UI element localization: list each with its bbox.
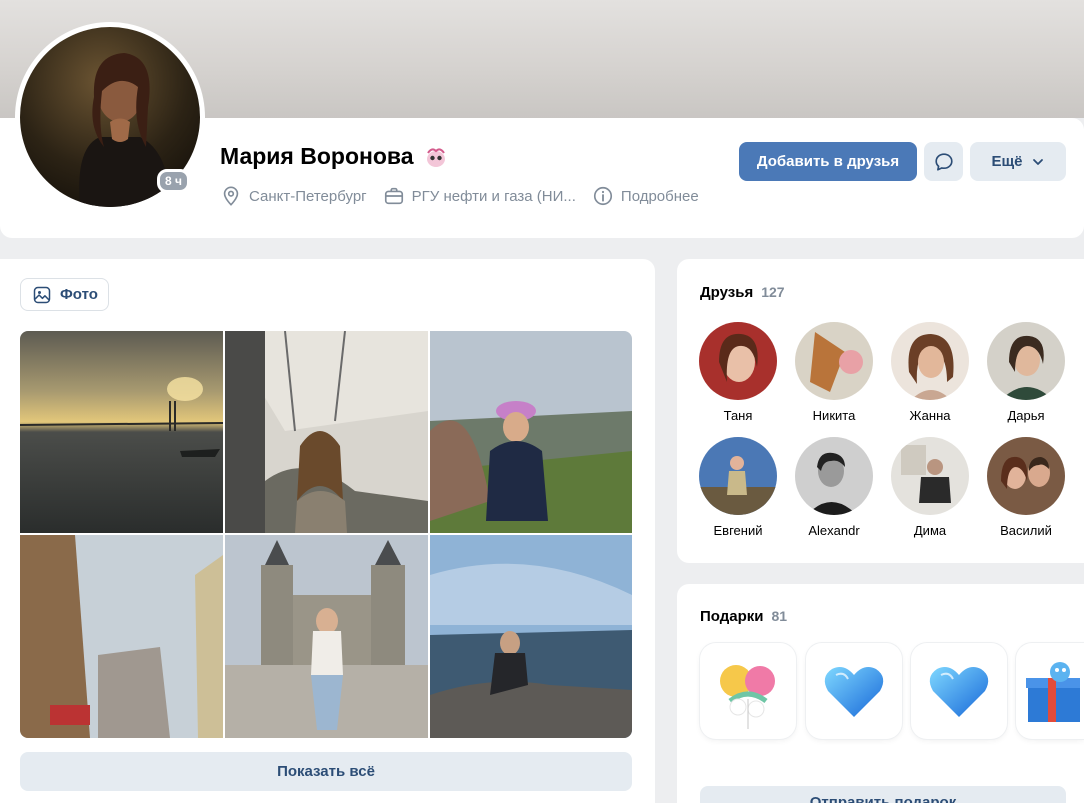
photo-sunset-bridge[interactable] bbox=[20, 331, 223, 533]
friend-name: Жанна bbox=[909, 408, 951, 423]
friends-header[interactable]: Друзья 127 bbox=[700, 284, 785, 301]
more-label: Ещё bbox=[991, 153, 1023, 170]
friend-avatar bbox=[795, 437, 873, 515]
friend-item[interactable]: Никита bbox=[786, 322, 882, 423]
present-box-gift-icon bbox=[1026, 662, 1080, 722]
photo-woman-pink-hat[interactable] bbox=[430, 331, 632, 533]
briefcase-icon bbox=[384, 187, 403, 205]
friend-name: Евгений bbox=[713, 523, 763, 538]
location-pin-icon bbox=[223, 186, 239, 206]
image-icon bbox=[33, 286, 51, 303]
friend-item[interactable]: Дима bbox=[882, 437, 978, 538]
gift-item[interactable] bbox=[700, 643, 796, 739]
friend-avatar bbox=[987, 437, 1065, 515]
friend-name: Никита bbox=[812, 408, 856, 423]
friend-avatar bbox=[795, 322, 873, 400]
gifts-title: Подарки bbox=[700, 608, 764, 625]
photo-grid bbox=[20, 331, 632, 738]
emoji-badge-icon[interactable] bbox=[424, 145, 448, 169]
gift-item[interactable] bbox=[911, 643, 1007, 739]
blue-heart-gift-icon bbox=[929, 667, 989, 717]
send-gift-button[interactable]: Отправить подарок bbox=[700, 786, 1066, 803]
city-label: Санкт-Петербург bbox=[249, 187, 367, 205]
details-label: Подробнее bbox=[620, 187, 699, 205]
friend-item[interactable]: Евгений bbox=[690, 437, 786, 538]
gift-item[interactable] bbox=[1016, 643, 1084, 739]
friends-count: 127 bbox=[761, 284, 785, 300]
friend-name: Таня bbox=[723, 408, 753, 423]
blue-heart-gift-icon bbox=[824, 667, 884, 717]
university-info[interactable]: РГУ нефти и газа (НИ... bbox=[383, 185, 576, 207]
friend-avatar bbox=[699, 322, 777, 400]
tab-photos-label: Фото bbox=[60, 286, 98, 303]
gift-item[interactable] bbox=[806, 643, 902, 739]
friend-name: Дима bbox=[913, 523, 947, 538]
gifts-count: 81 bbox=[771, 608, 788, 624]
photo-street-buildings[interactable] bbox=[20, 535, 223, 738]
friend-item[interactable]: Жанна bbox=[882, 322, 978, 423]
profile-name-row: Мария Воронова bbox=[220, 143, 448, 170]
friend-item[interactable]: Дарья bbox=[978, 322, 1074, 423]
city-info[interactable]: Санкт-Петербург bbox=[220, 185, 367, 207]
info-icon bbox=[593, 186, 612, 206]
photo-castle-gate[interactable] bbox=[225, 535, 428, 738]
friend-name: Дарья bbox=[1007, 408, 1045, 423]
balloons-gift-icon bbox=[720, 665, 775, 729]
details-link[interactable]: Подробнее bbox=[592, 185, 699, 207]
chevron-down-icon bbox=[1032, 158, 1043, 165]
message-icon bbox=[934, 152, 953, 171]
friend-item[interactable]: Alexandr bbox=[786, 437, 882, 538]
gifts-header[interactable]: Подарки 81 bbox=[700, 608, 787, 625]
add-friend-button[interactable]: Добавить в друзья bbox=[739, 142, 917, 181]
friend-item[interactable]: Таня bbox=[690, 322, 786, 423]
show-all-photos-button[interactable]: Показать всё bbox=[20, 752, 632, 791]
friend-item[interactable]: Василий bbox=[978, 437, 1074, 538]
more-dropdown-button[interactable]: Ещё bbox=[970, 142, 1066, 181]
friend-name: Alexandr bbox=[808, 523, 860, 538]
message-button[interactable] bbox=[924, 142, 963, 181]
online-status-badge: 8 ч bbox=[157, 169, 190, 193]
friend-avatar bbox=[699, 437, 777, 515]
friend-avatar bbox=[987, 322, 1065, 400]
university-label: РГУ нефти и газа (НИ... bbox=[411, 187, 576, 205]
photo-woman-on-rocks[interactable] bbox=[430, 535, 632, 738]
tab-photos[interactable]: Фото bbox=[20, 278, 109, 311]
profile-meta: Санкт-Петербург РГУ нефти и газа (НИ... … bbox=[220, 185, 699, 207]
friends-title: Друзья bbox=[700, 284, 754, 301]
profile-name: Мария Воронова bbox=[220, 143, 414, 169]
friend-name: Василий bbox=[1000, 523, 1052, 538]
photo-cafe-terrace[interactable] bbox=[225, 331, 428, 533]
friend-avatar bbox=[891, 437, 969, 515]
friend-avatar bbox=[891, 322, 969, 400]
